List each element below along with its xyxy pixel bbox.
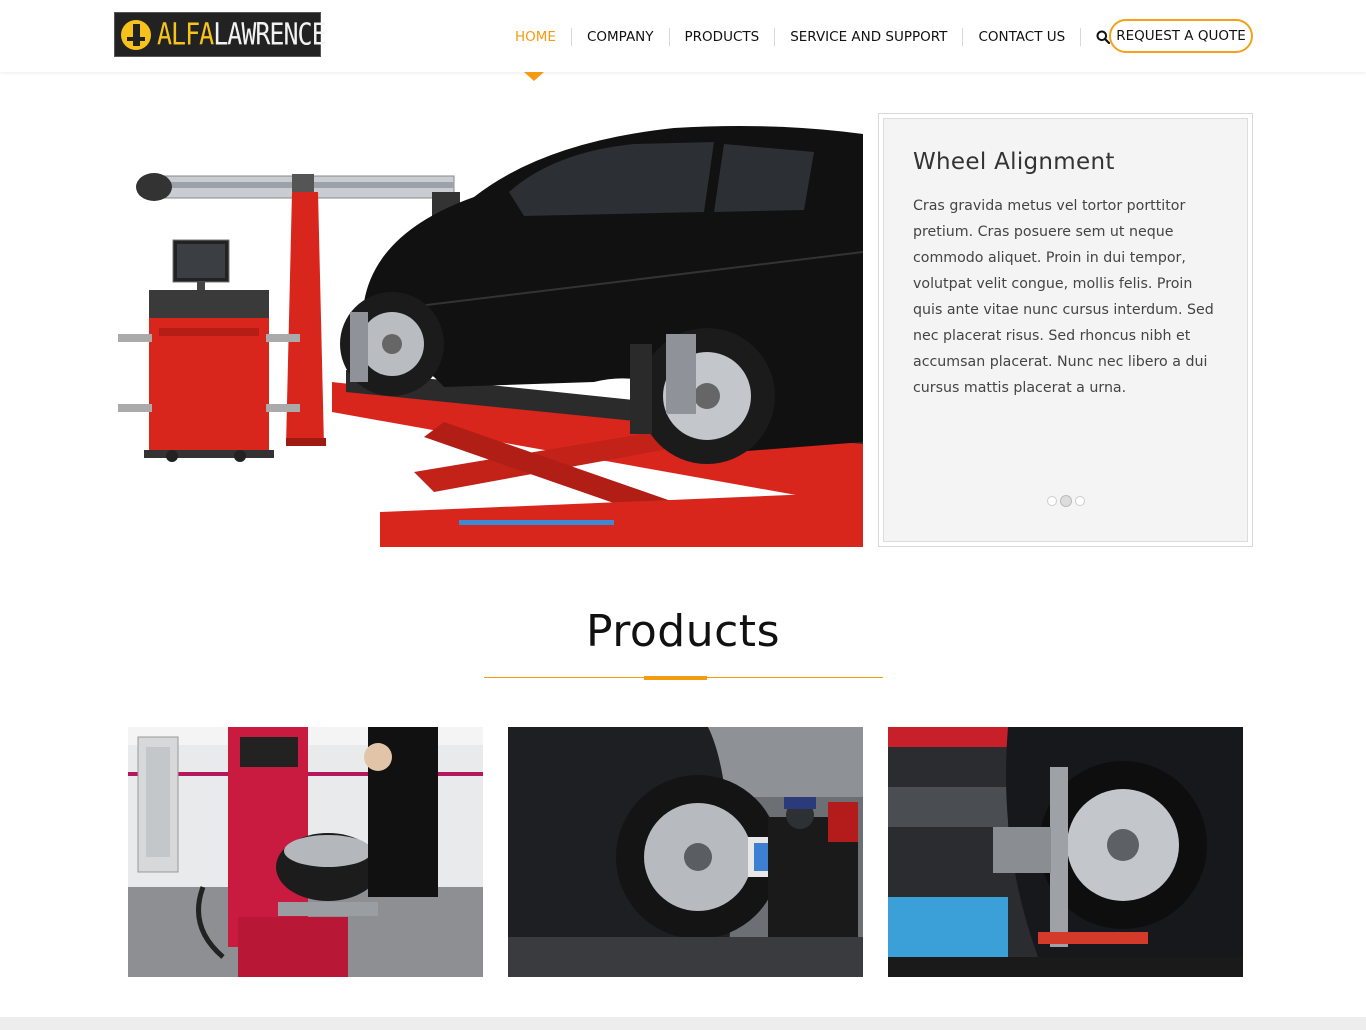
nav-contact-us[interactable]: CONTACT US: [963, 28, 1082, 46]
slider-dots: [884, 495, 1247, 507]
active-nav-indicator: [524, 72, 544, 81]
footer-strip: [0, 1017, 1366, 1030]
nav-products[interactable]: PRODUCTS: [670, 28, 776, 46]
logo-text-b: LAWRENCE: [213, 17, 326, 52]
hero-slider-card: Wheel Alignment Cras gravida metus vel t…: [878, 113, 1253, 547]
request-quote-button[interactable]: REQUEST A QUOTE: [1109, 19, 1253, 53]
slider-dot-2[interactable]: [1059, 495, 1072, 507]
nav-home[interactable]: HOME: [500, 28, 572, 46]
logo-text-a: ALFA: [157, 17, 214, 52]
slider-dot-1[interactable]: [1046, 496, 1057, 506]
products-heading: Products: [586, 606, 780, 657]
product-card-wheel-alignment-service[interactable]: [508, 727, 863, 977]
product-card-tyre-changer[interactable]: [128, 727, 483, 977]
product-card-alignment-clamp[interactable]: [888, 727, 1243, 977]
hero-description: Cras gravida metus vel tortor porttitor …: [913, 198, 1214, 396]
hero-image: [114, 112, 863, 547]
products-heading-accent: [644, 676, 707, 680]
logo-mark-icon: [121, 19, 151, 50]
hero-card-content: Wheel Alignment Cras gravida metus vel t…: [883, 118, 1248, 542]
site-header: ALFALAWRENCE HOME COMPANY PRODUCTS SERVI…: [0, 0, 1366, 72]
main-nav: HOME COMPANY PRODUCTS SERVICE AND SUPPOR…: [500, 27, 1128, 47]
site-logo[interactable]: ALFALAWRENCE: [114, 12, 327, 57]
nav-service-and-support[interactable]: SERVICE AND SUPPORT: [775, 28, 964, 46]
logo-text: ALFALAWRENCE: [157, 17, 327, 52]
nav-company[interactable]: COMPANY: [572, 28, 670, 46]
slider-dot-3[interactable]: [1074, 496, 1085, 506]
hero-title: Wheel Alignment: [913, 149, 1115, 175]
